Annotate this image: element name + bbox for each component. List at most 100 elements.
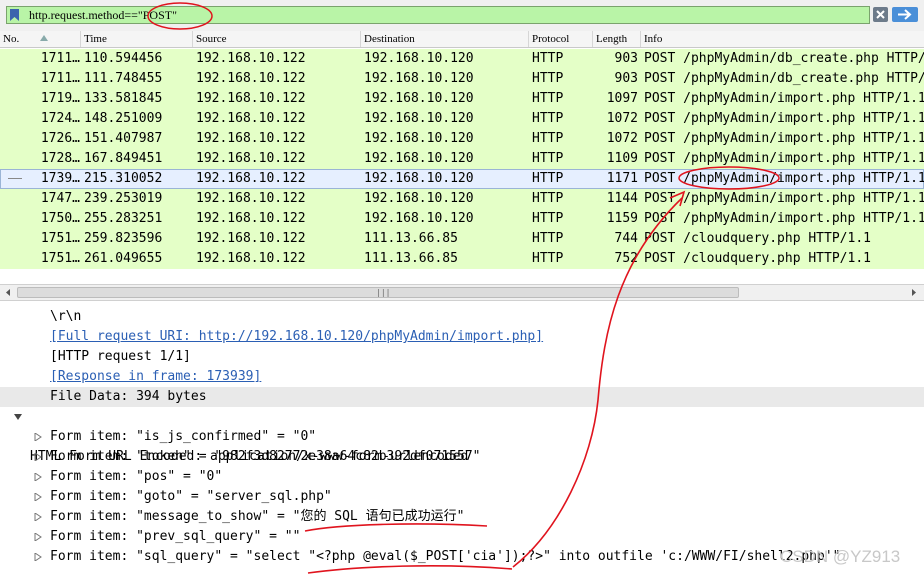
packet-list-scrollbar[interactable]: |||: [0, 284, 924, 301]
scroll-right-icon[interactable]: [908, 287, 920, 298]
form-section-row[interactable]: HTML Form URL Encoded: application/x-www…: [0, 407, 924, 464]
column-info[interactable]: Info: [641, 31, 924, 47]
form-item-row[interactable]: Form item: "is_js_confirmed" = "0": [0, 427, 924, 447]
expand-icon[interactable]: [34, 553, 42, 561]
packet-info: POST /phpMyAdmin/import.php HTTP/1.1: [644, 91, 924, 106]
packet-source: 192.168.10.122: [196, 111, 306, 126]
packet-length: 1159: [606, 211, 638, 226]
packet-no: 1711…: [40, 51, 80, 66]
packet-no: 1719…: [40, 91, 80, 106]
packet-row[interactable]: 1750… 255.283251 192.168.10.122 192.168.10.…: [0, 209, 924, 229]
packet-length: 1072: [606, 111, 638, 126]
expand-icon[interactable]: [34, 433, 42, 441]
packet-info: POST /phpMyAdmin/import.php HTTP/1.1: [644, 131, 924, 146]
form-item-text: Form item: "pos" = "0": [50, 469, 223, 484]
packet-source: 192.168.10.122: [196, 71, 306, 86]
packet-no: 1751…: [40, 251, 80, 266]
form-item-row[interactable]: Form item: "prev_sql_query" = "": [0, 527, 924, 547]
packet-source: 192.168.10.122: [196, 91, 306, 106]
packet-row[interactable]: 1728… 167.849451 192.168.10.122 192.168.10.…: [0, 149, 924, 169]
column-length[interactable]: Length: [593, 31, 641, 47]
packet-no: 1751…: [40, 231, 80, 246]
form-item-row[interactable]: Form item: "message_to_show" = "您的 SQL 语…: [0, 507, 924, 527]
packet-row[interactable]: 1711… 111.748455 192.168.10.122 192.168.10.…: [0, 69, 924, 89]
packet-row[interactable]: 1747… 239.253019 192.168.10.122 192.168.10.…: [0, 189, 924, 209]
form-item-text: Form item: "prev_sql_query" = "": [50, 529, 301, 544]
packet-info: POST /cloudquery.php HTTP/1.1: [644, 231, 871, 246]
packet-protocol: HTTP: [532, 191, 564, 206]
packet-row[interactable]: 1711… 110.594456 192.168.10.122 192.168.10.…: [0, 49, 924, 69]
packet-length: 1072: [606, 131, 638, 146]
packet-destination: 111.13.66.85: [364, 251, 458, 266]
http-request-line: [HTTP request 1/1]: [50, 349, 191, 364]
packet-row-selected[interactable]: 1739… 215.310052 192.168.10.122 192.168.10.…: [0, 169, 924, 189]
packet-source: 192.168.10.122: [196, 151, 306, 166]
arrow-right-icon: [898, 9, 912, 20]
packet-source: 192.168.10.122: [196, 231, 306, 246]
packet-info: POST /phpMyAdmin/import.php HTTP/1.1: [644, 151, 924, 166]
expand-icon[interactable]: [34, 513, 42, 521]
response-frame-link[interactable]: [Response in frame: 173939]: [50, 367, 261, 387]
expand-icon[interactable]: [34, 533, 42, 541]
form-item-row[interactable]: Form item: "pos" = "0": [0, 467, 924, 487]
packet-time: 167.849451: [84, 151, 163, 166]
packet-row[interactable]: 1751… 259.823596 192.168.10.122 111.13.66.8…: [0, 229, 924, 249]
packet-time: 111.748455: [84, 71, 163, 86]
packet-protocol: HTTP: [532, 91, 564, 106]
packet-no: 1711…: [40, 71, 80, 86]
packet-row[interactable]: 1726… 151.407987 192.168.10.122 192.168.10.…: [0, 129, 924, 149]
packet-no: 1728…: [40, 151, 80, 166]
packet-row[interactable]: 1724… 148.251009 192.168.10.122 192.168.10.…: [0, 109, 924, 129]
bookmark-icon[interactable]: [10, 9, 19, 21]
apply-filter-button[interactable]: [892, 7, 918, 22]
file-data-text: File Data: 394 bytes: [50, 389, 207, 404]
column-protocol[interactable]: Protocol: [529, 31, 593, 47]
packet-time: 261.049655: [84, 251, 163, 266]
packet-time: 215.310052: [84, 171, 163, 186]
column-time[interactable]: Time: [81, 31, 193, 47]
packet-info: POST /phpMyAdmin/import.php HTTP/1.1: [644, 111, 924, 126]
packet-info: POST /phpMyAdmin/import.php HTTP/1.1: [644, 211, 924, 226]
packet-time: 110.594456: [84, 51, 163, 66]
packet-details: \r\n [Full request URI: http://192.168.1…: [0, 305, 924, 575]
packet-destination: 192.168.10.120: [364, 131, 474, 146]
crlf-line: \r\n: [50, 309, 82, 324]
full-request-uri-link[interactable]: [Full request URI: http://192.168.10.120…: [50, 327, 543, 347]
packet-info: POST /phpMyAdmin/db_create.php HTTP/1.1: [644, 51, 924, 66]
packet-length: 903: [614, 71, 638, 86]
expand-icon[interactable]: [34, 453, 42, 461]
packet-time: 259.823596: [84, 231, 163, 246]
packet-info: POST /phpMyAdmin/import.php HTTP/1.1: [644, 171, 924, 186]
form-item-row[interactable]: Form item: "token" = "982f3d82772e38a64c…: [0, 447, 924, 467]
packet-time: 133.581845: [84, 91, 163, 106]
column-destination[interactable]: Destination: [361, 31, 529, 47]
packet-list-header: No. Time Source Destination Protocol Len…: [0, 31, 924, 48]
packet-source: 192.168.10.122: [196, 251, 306, 266]
packet-time: 239.253019: [84, 191, 163, 206]
packet-length: 744: [614, 231, 638, 246]
form-item-row[interactable]: Form item: "goto" = "server_sql.php": [0, 487, 924, 507]
packet-info: POST /phpMyAdmin/db_create.php HTTP/1.1: [644, 71, 924, 86]
packet-destination: 192.168.10.120: [364, 151, 474, 166]
packet-protocol: HTTP: [532, 131, 564, 146]
packet-destination: 111.13.66.85: [364, 231, 458, 246]
expand-icon[interactable]: [34, 493, 42, 501]
column-source[interactable]: Source: [193, 31, 361, 47]
packet-length: 1109: [606, 151, 638, 166]
expand-icon[interactable]: [34, 473, 42, 481]
display-filter-input[interactable]: http.request.method=="POST": [6, 6, 870, 24]
form-item-text: Form item: "message_to_show" = "您的 SQL 语…: [50, 509, 465, 524]
file-data-row[interactable]: File Data: 394 bytes: [0, 387, 924, 407]
scrollbar-thumb[interactable]: |||: [17, 287, 739, 298]
packet-destination: 192.168.10.120: [364, 91, 474, 106]
scroll-left-icon[interactable]: [2, 287, 14, 298]
packet-time: 148.251009: [84, 111, 163, 126]
packet-list: No. Time Source Destination Protocol Len…: [0, 31, 924, 284]
collapse-icon[interactable]: [14, 413, 22, 421]
packet-row[interactable]: 1719… 133.581845 192.168.10.122 192.168.10.…: [0, 89, 924, 109]
packet-row[interactable]: 1751… 261.049655 192.168.10.122 111.13.66.8…: [0, 249, 924, 269]
clear-filter-button[interactable]: [873, 7, 888, 22]
packet-protocol: HTTP: [532, 111, 564, 126]
packet-destination: 192.168.10.120: [364, 171, 474, 186]
packet-length: 752: [614, 251, 638, 266]
